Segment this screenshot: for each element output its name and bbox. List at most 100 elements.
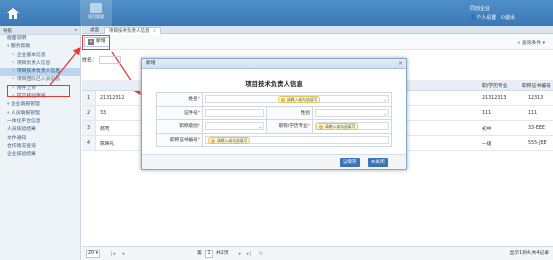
add-dialog: 新增 ✕ 项目技术负责人信息 姓名* 请输入或勾选填写 ⌄ 证件号* 性别 ⌄ … bbox=[141, 58, 407, 170]
sidebar-item[interactable]: 人员核验结果 bbox=[0, 126, 80, 134]
tab-desktop[interactable]: 桌面 bbox=[86, 27, 103, 34]
sidebar-item[interactable]: 合作情况查询 bbox=[0, 143, 80, 151]
chevron-down-icon: ⌄ bbox=[383, 110, 387, 116]
save-button-label: 保存 bbox=[347, 160, 357, 165]
form-title: 项目技术负责人信息 bbox=[245, 80, 303, 88]
sidebar-item[interactable]: 企业填报管理 bbox=[0, 101, 80, 109]
sidebar-item[interactable]: 企业核验结果 bbox=[0, 151, 80, 159]
sidebar-item[interactable]: 文件通知 bbox=[0, 135, 80, 143]
sidebar: 导航 « 版面说明服务帮助企业基本信息项目负责人信息项目技术负责人信息项目团队已… bbox=[0, 26, 81, 260]
id-number-input[interactable] bbox=[205, 108, 264, 117]
gender-label-text: 性别 bbox=[300, 110, 310, 116]
cert-number-label: 职称证书编号* bbox=[156, 132, 203, 147]
cert-label-text: 职称证书编号 bbox=[170, 137, 198, 143]
gender-label: 性别 bbox=[266, 105, 313, 120]
home-icon bbox=[7, 7, 19, 19]
header-cert: 职称证书编号 bbox=[522, 83, 551, 89]
page-size-select[interactable]: 20 ▾ bbox=[86, 250, 100, 258]
header-major: 职/学历专业 bbox=[482, 83, 508, 89]
cell-name: 21312312 bbox=[100, 95, 125, 101]
cell-major: 初中 bbox=[482, 126, 492, 132]
major-input[interactable]: 请输入或勾选填写 bbox=[315, 122, 389, 131]
sidebar-item[interactable]: 企业基本信息 bbox=[0, 52, 80, 60]
row-number: 3 bbox=[82, 121, 96, 135]
close-button-label: 关闭 bbox=[375, 160, 385, 165]
nav-project-management[interactable]: 项目管理 bbox=[80, 0, 112, 26]
dialog-title: 新增 bbox=[146, 61, 156, 66]
name-tip: 请输入或勾选填写 bbox=[278, 96, 321, 104]
name-input[interactable]: 请输入或勾选填写 ⌄ bbox=[205, 95, 389, 104]
sidebar-item[interactable]: 服务帮助 bbox=[0, 43, 80, 51]
cell-cert: 555-JEE bbox=[528, 140, 547, 146]
dialog-header: 新增 ✕ bbox=[142, 59, 406, 69]
cell-name: 陈映礼 bbox=[100, 141, 115, 147]
level-label-text: 职称级别 bbox=[179, 124, 198, 130]
cell-major: 一级 bbox=[482, 141, 492, 147]
search-icon: ⌕ bbox=[517, 41, 521, 46]
collapse-icon[interactable]: « bbox=[74, 28, 77, 33]
tab-close-icon[interactable]: × bbox=[153, 29, 157, 34]
toolbar: + 新增 ⌕ 查询条件 ▾ bbox=[82, 35, 553, 50]
cell-name: 33 bbox=[100, 110, 107, 116]
title-level-label: 职称级别* bbox=[156, 119, 203, 134]
title-level-select[interactable]: ⌄ bbox=[205, 122, 264, 131]
page-input[interactable]: 1 bbox=[205, 250, 213, 258]
cert-number-input[interactable]: 请输入或勾选填写 bbox=[205, 135, 389, 144]
cell-major: 111 bbox=[482, 110, 492, 116]
tab-bar: 桌面 项目技术负责人信息 × bbox=[82, 26, 553, 34]
sidebar-menu: 版面说明服务帮助企业基本信息项目负责人信息项目技术负责人信息项目团队已入员信息附… bbox=[0, 35, 80, 159]
page-size-value: 20 bbox=[88, 251, 95, 256]
tab-tech-leader[interactable]: 项目技术负责人信息 × bbox=[104, 27, 162, 34]
save-button[interactable]: 🖫保存 bbox=[340, 158, 360, 167]
cert-tip: 请输入或勾选填写 bbox=[208, 136, 251, 144]
cell-cert: 12313 bbox=[528, 95, 544, 101]
close-button[interactable]: ⊗关闭 bbox=[368, 158, 388, 167]
name-label: 姓名* bbox=[156, 92, 203, 107]
sidebar-item[interactable]: 版面说明 bbox=[0, 35, 80, 43]
filter-name-input[interactable] bbox=[99, 56, 122, 64]
row-number: 2 bbox=[82, 106, 96, 120]
chevron-down-icon: ▾ bbox=[542, 41, 545, 46]
tab-tech-leader-label: 项目技术负责人信息 bbox=[109, 29, 150, 34]
form-table: 姓名* 请输入或勾选填写 ⌄ 证件号* 性别 ⌄ 职称级别* ⌄ 职称/学历专业… bbox=[156, 92, 392, 147]
home-button[interactable] bbox=[0, 0, 26, 26]
sidebar-item[interactable]: 项目技术负责人信息 bbox=[0, 68, 80, 77]
exit-link[interactable]: 退出 bbox=[505, 15, 515, 21]
dialog-footer: 🖫保存 ⊗关闭 bbox=[142, 154, 406, 169]
dialog-close-icon[interactable]: ✕ bbox=[398, 59, 403, 69]
monitor-icon bbox=[90, 3, 102, 13]
refresh-icon[interactable]: ↻ bbox=[258, 250, 264, 258]
page-prefix: 第 bbox=[197, 251, 202, 256]
company-name: 同创企业 bbox=[470, 6, 491, 12]
sidebar-item[interactable]: 项目团队已入员信息 bbox=[0, 76, 80, 84]
personal-settings-link[interactable]: 个人设置 bbox=[476, 15, 496, 21]
name-label-text: 姓名 bbox=[188, 97, 198, 103]
sidebar-item[interactable]: 人员填报管理 bbox=[0, 110, 80, 118]
search-conditions-button[interactable]: ⌕ 查询条件 ▾ bbox=[518, 39, 545, 46]
id-label-text: 证件号 bbox=[183, 110, 198, 116]
cell-cert: 33-EEE bbox=[528, 125, 545, 131]
id-number-label: 证件号* bbox=[156, 105, 203, 120]
nav-project-management-label: 项目管理 bbox=[88, 14, 104, 19]
filter-name-label: 姓名： bbox=[82, 57, 98, 64]
search-conditions-label: 查询条件 bbox=[521, 41, 542, 46]
last-page-button[interactable]: ▸| bbox=[246, 250, 252, 258]
major-label-text: 职称/学历专业 bbox=[278, 124, 308, 130]
user-links: 👤个人设置 ⏻退出 bbox=[470, 14, 515, 21]
chevron-down-icon: ⌄ bbox=[383, 97, 387, 103]
highlight-active-menu bbox=[7, 85, 70, 97]
pager: 20 ▾ |◂ ◂ 第 1 共2页 ▸ ▸| ↻ 显示1到4,共4记录 bbox=[82, 246, 553, 260]
prev-page-button[interactable]: ◂ bbox=[120, 250, 126, 258]
filter-bar: 姓名： bbox=[82, 56, 122, 64]
top-bar: 项目管理 同创企业 👤个人设置 ⏻退出 bbox=[0, 0, 553, 26]
row-number: 1 bbox=[82, 91, 96, 105]
gender-select[interactable]: ⌄ bbox=[315, 108, 389, 117]
first-page-button[interactable]: |◂ bbox=[110, 250, 116, 258]
sidebar-item[interactable]: 一体化平台信息 bbox=[0, 118, 80, 126]
next-page-button[interactable]: ▸ bbox=[237, 250, 243, 258]
sidebar-item[interactable]: 项目负责人信息 bbox=[0, 60, 80, 68]
sidebar-title: 导航 bbox=[3, 29, 12, 34]
highlight-add-button bbox=[82, 35, 110, 50]
major-label: 职称/学历专业* bbox=[266, 119, 313, 134]
pager-summary: 显示1到4,共4记录 bbox=[509, 251, 549, 256]
